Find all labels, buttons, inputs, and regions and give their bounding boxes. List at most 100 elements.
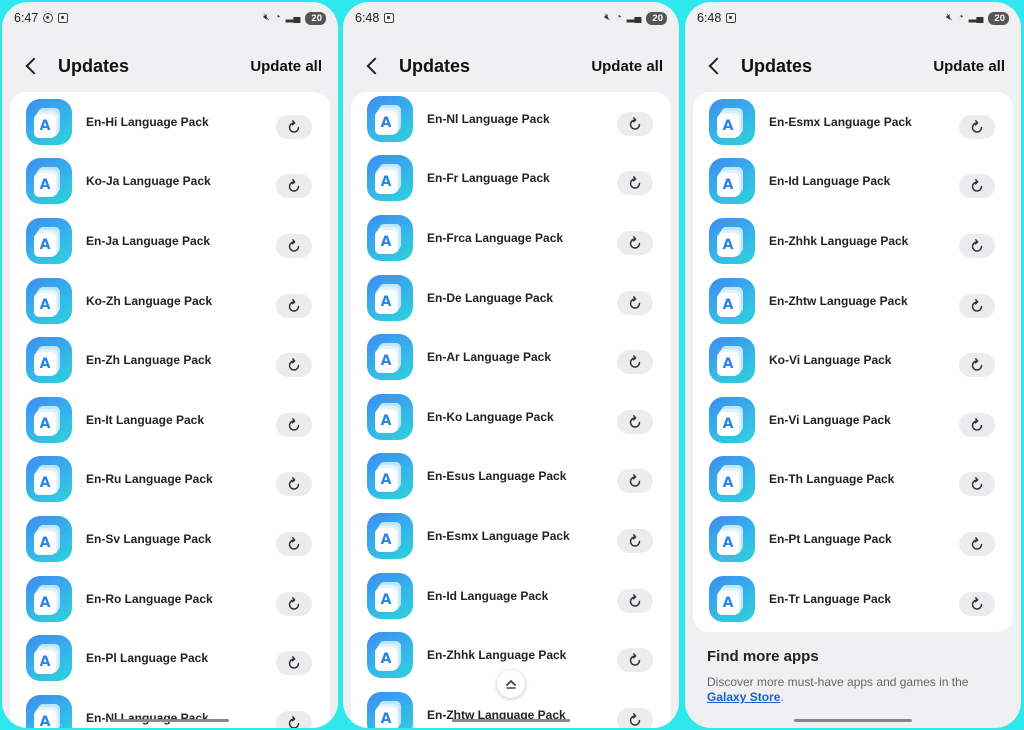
update-button[interactable] — [959, 293, 995, 318]
list-item[interactable]: A En-Hi Language Pack — [10, 92, 330, 152]
language-pack-app-icon: A — [367, 512, 413, 559]
list-item[interactable]: A En-Tr Language Pack — [693, 569, 1013, 629]
language-pack-app-icon: A — [709, 98, 755, 145]
status-bar: 6:48 🔇︎ ◔ ▂▄ 20 — [685, 2, 1021, 34]
app-icon-letter: A — [375, 349, 397, 374]
list-item[interactable]: A En-Zhhk Language Pack — [693, 211, 1013, 271]
list-item[interactable]: A En-Frca Language Pack — [351, 208, 671, 268]
update-button[interactable] — [959, 591, 995, 616]
update-button[interactable] — [276, 233, 312, 258]
update-button[interactable] — [959, 412, 995, 437]
app-icon-letter: A — [717, 411, 739, 436]
update-button[interactable] — [617, 469, 653, 494]
update-button[interactable] — [276, 353, 312, 378]
status-bar: 6:48 🔇︎ ◔ ▂▄ 20 — [343, 2, 679, 34]
update-button[interactable] — [959, 233, 995, 258]
list-item[interactable]: A En-Ja Language Pack — [10, 211, 330, 271]
update-button[interactable] — [276, 293, 312, 318]
update-all-button[interactable]: Update all — [250, 58, 322, 75]
refresh-icon — [971, 119, 983, 133]
list-item[interactable]: A En-Zh Language Pack — [10, 330, 330, 390]
list-item[interactable]: A Ko-Zh Language Pack — [10, 271, 330, 331]
phone-screen-3: 6:48 🔇︎ ◔ ▂▄ 20 Updates Update all A En-E… — [685, 2, 1021, 728]
update-button[interactable] — [617, 350, 653, 375]
language-pack-app-icon: A — [26, 515, 72, 562]
mute-icon: 🔇︎ — [263, 12, 270, 23]
update-button[interactable] — [276, 114, 312, 139]
update-button[interactable] — [276, 472, 312, 497]
app-icon-letter: A — [34, 113, 56, 138]
list-item[interactable]: A En-Pl Language Pack — [10, 628, 330, 688]
list-item[interactable]: A En-Ru Language Pack — [10, 450, 330, 510]
list-item[interactable]: A En-Nl Language Pack — [351, 92, 671, 149]
update-button[interactable] — [276, 651, 312, 676]
update-button[interactable] — [959, 353, 995, 378]
update-button[interactable] — [617, 171, 653, 196]
status-time: 6:48 — [355, 11, 380, 25]
update-button[interactable] — [959, 472, 995, 497]
update-button[interactable] — [959, 531, 995, 556]
app-name: En-Nl Language Pack — [86, 710, 209, 725]
update-button[interactable] — [617, 707, 653, 728]
list-item[interactable]: A En-Esmx Language Pack — [693, 92, 1013, 152]
update-button[interactable] — [617, 409, 653, 434]
refresh-icon — [629, 534, 641, 547]
refresh-icon — [288, 119, 300, 133]
update-button[interactable] — [617, 648, 653, 673]
chevron-left-icon[interactable] — [366, 57, 384, 75]
list-item[interactable]: A Ko-Ja Language Pack — [10, 152, 330, 212]
galaxy-store-link[interactable]: Galaxy Store — [707, 690, 780, 704]
list-item[interactable]: A En-Esmx Language Pack — [351, 506, 671, 566]
update-button[interactable] — [276, 531, 312, 556]
update-all-button[interactable]: Update all — [933, 58, 1005, 75]
wifi-icon: ◔ — [615, 12, 622, 23]
list-item[interactable]: A En-Th Language Pack — [693, 450, 1013, 510]
language-pack-app-icon: A — [709, 575, 755, 622]
update-button[interactable] — [276, 412, 312, 437]
update-button[interactable] — [617, 290, 653, 315]
list-item[interactable]: A En-Id Language Pack — [693, 152, 1013, 212]
update-button[interactable] — [617, 528, 653, 553]
list-item[interactable]: A En-Sv Language Pack — [10, 509, 330, 569]
list-item[interactable]: A En-Esus Language Pack — [351, 447, 671, 507]
update-button[interactable] — [617, 230, 653, 255]
screenshot-icon — [726, 13, 737, 23]
update-button[interactable] — [276, 591, 312, 616]
list-item[interactable]: A En-Fr Language Pack — [351, 149, 671, 209]
app-icon-letter: A — [717, 232, 739, 257]
update-button[interactable] — [959, 114, 995, 139]
app-icon-letter: A — [375, 468, 397, 493]
scroll-to-top-button[interactable] — [497, 670, 525, 698]
list-item[interactable]: A En-Ko Language Pack — [351, 387, 671, 447]
app-name: Ko-Vi Language Pack — [769, 353, 892, 368]
update-button[interactable] — [276, 174, 312, 199]
list-item[interactable]: A En-Ro Language Pack — [10, 569, 330, 629]
update-button[interactable] — [276, 710, 312, 728]
app-icon-letter: A — [34, 471, 56, 496]
list-item[interactable]: A En-Id Language Pack — [351, 566, 671, 626]
list-item[interactable]: A En-Pt Language Pack — [693, 509, 1013, 569]
battery-icon: 20 — [305, 11, 326, 25]
list-item[interactable]: A En-Vi Language Pack — [693, 390, 1013, 450]
update-button[interactable] — [617, 588, 653, 613]
chevron-left-icon[interactable] — [25, 57, 43, 75]
language-pack-app-icon: A — [26, 98, 72, 145]
page-title: Updates — [399, 55, 471, 76]
list-item[interactable]: A En-De Language Pack — [351, 268, 671, 328]
app-icon-letter: A — [375, 289, 397, 314]
list-item[interactable]: A En-Ar Language Pack — [351, 327, 671, 387]
list-item[interactable]: A En-Nl Language Pack — [10, 688, 330, 728]
update-all-button[interactable]: Update all — [591, 58, 663, 75]
list-item[interactable]: A Ko-Vi Language Pack — [693, 330, 1013, 390]
update-button[interactable] — [617, 111, 653, 136]
language-pack-app-icon: A — [367, 691, 413, 728]
list-item[interactable]: A En-Zhtw Language Pack — [693, 271, 1013, 331]
update-button[interactable] — [959, 174, 995, 199]
list-item[interactable]: A En-It Language Pack — [10, 390, 330, 450]
refresh-icon — [288, 537, 300, 550]
language-pack-app-icon: A — [709, 217, 755, 264]
refresh-icon — [288, 596, 300, 610]
page-title: Updates — [58, 55, 130, 76]
chevron-left-icon[interactable] — [708, 57, 726, 75]
app-icon-letter: A — [34, 650, 56, 675]
